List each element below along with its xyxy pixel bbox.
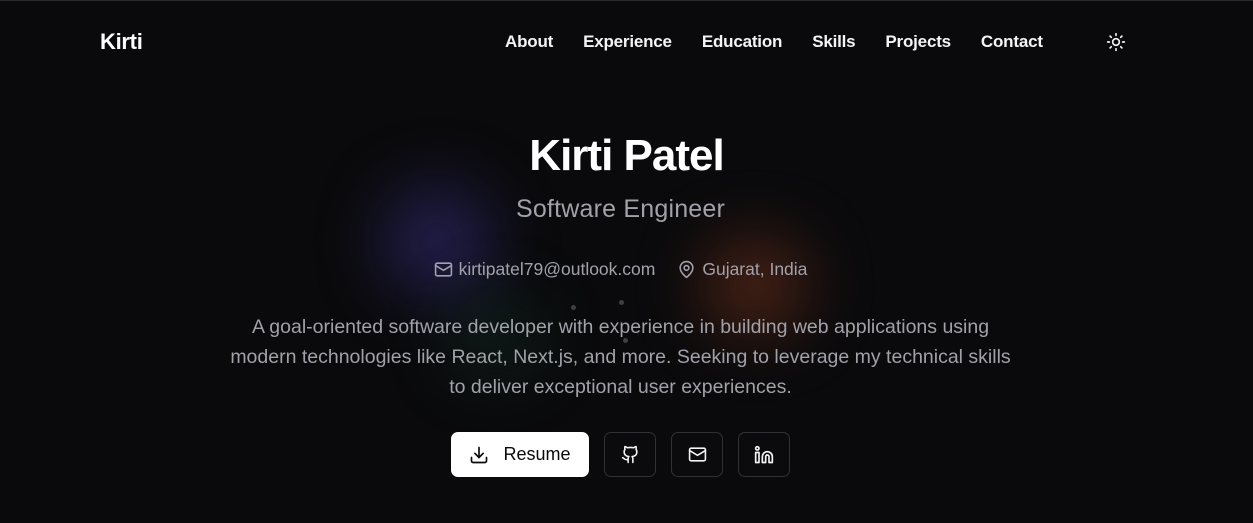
mail-icon (434, 260, 453, 279)
linkedin-button[interactable] (738, 432, 790, 477)
hero-section: Kirti Patel Software Engineer kirtipatel… (0, 1, 1253, 523)
resume-label: Resume (503, 444, 571, 464)
email-info[interactable]: kirtipatel79@outlook.com (434, 259, 656, 280)
resume-button[interactable]: Resume (451, 432, 589, 477)
github-icon (621, 445, 640, 464)
hero-actions: Resume (451, 432, 790, 477)
contact-meta: kirtipatel79@outlook.com Gujarat, India (0, 259, 1241, 280)
email-text: kirtipatel79@outlook.com (458, 259, 656, 279)
location-info: Gujarat, India (677, 259, 807, 280)
linkedin-icon (754, 445, 774, 465)
github-button[interactable] (604, 432, 656, 477)
location-text: Gujarat, India (702, 259, 808, 279)
page: Kirti About Experience Education Skills … (0, 0, 1253, 523)
email-button[interactable] (671, 432, 723, 477)
hero-role: Software Engineer (515, 195, 726, 223)
hero-bio: A goal-oriented software developer with … (230, 316, 1011, 398)
mail-icon (688, 445, 707, 464)
map-pin-icon (677, 260, 696, 279)
hero-name: Kirti Patel (529, 131, 724, 180)
download-icon (469, 445, 489, 465)
